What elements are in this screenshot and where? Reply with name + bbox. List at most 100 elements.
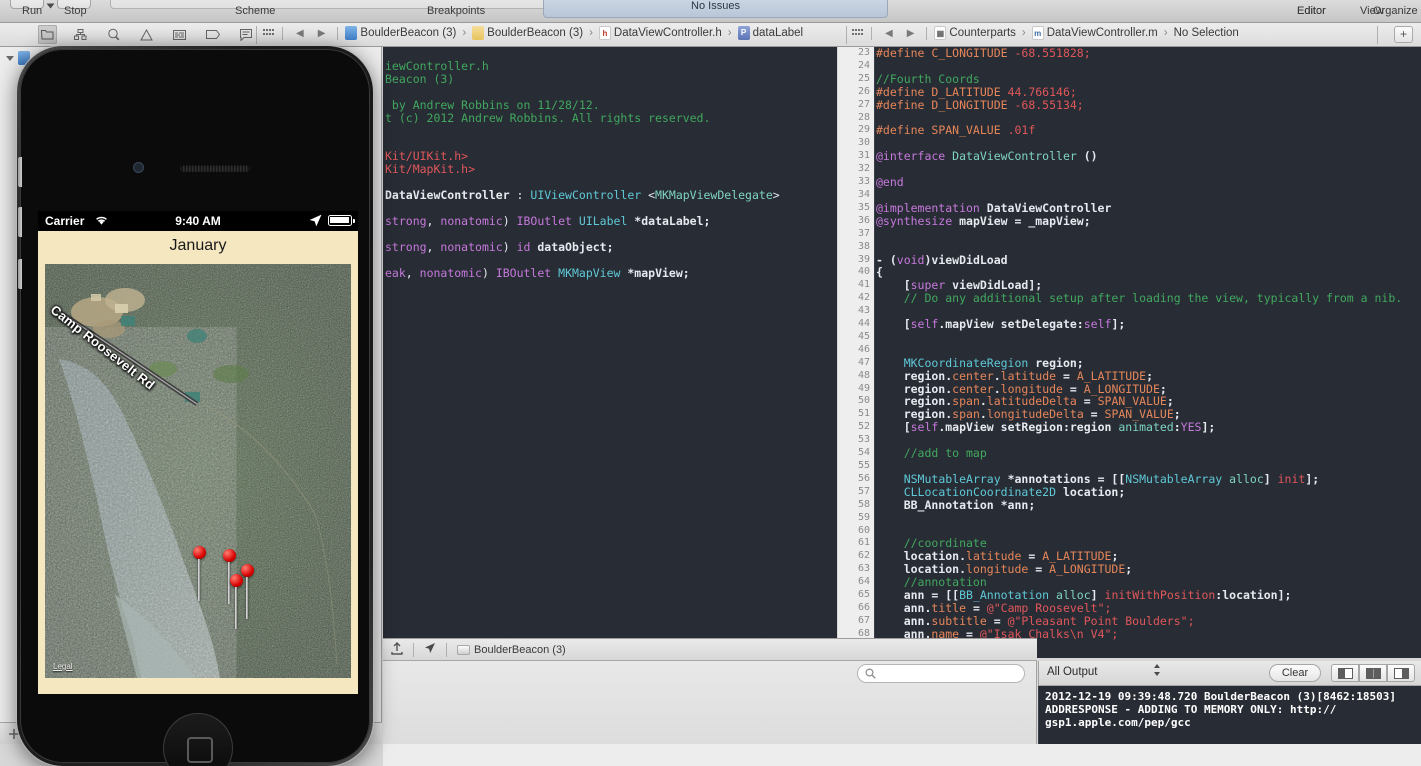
console-scope-stepper[interactable]	[1153, 663, 1161, 680]
code-line: DataViewController : UIViewController <M…	[385, 188, 780, 203]
page-title: January	[169, 237, 227, 254]
map-pin-4[interactable]	[230, 574, 243, 629]
breadcrumb-sep: ›	[462, 27, 467, 39]
editor-left-code[interactable]: iewController.h Beacon (3) by Andrew Robb…	[383, 47, 837, 638]
breadcrumb-item-file[interactable]: h DataViewController.h	[598, 26, 722, 40]
line-number: 39	[857, 253, 870, 265]
primary-editor-pane[interactable]: iewController.h Beacon (3) by Andrew Robb…	[383, 47, 837, 638]
line-number: 23	[857, 47, 870, 58]
line-number: 35	[857, 201, 870, 213]
header-file-icon: h	[598, 26, 611, 40]
simulate-location-icon[interactable]	[424, 642, 436, 657]
code-line: Beacon (3)	[385, 71, 455, 86]
breakpoints-label: Breakpoints	[427, 5, 486, 17]
silent-switch[interactable]	[18, 157, 22, 187]
property-icon: P	[737, 26, 750, 40]
assistant-editor-pane[interactable]: 23 24 25 26 27 28 29 30 31 32 33 34 35 36 37 38 39 40 41 42…	[838, 47, 1421, 658]
pin-needle	[198, 559, 200, 601]
breadcrumb-item-selection[interactable]: No Selection	[1174, 27, 1239, 39]
battery-icon	[328, 215, 355, 226]
debug-navigator-icon[interactable]	[170, 25, 189, 44]
console-scope-label[interactable]: All Output	[1047, 666, 1098, 678]
breadcrumb-sep: ›	[1021, 27, 1026, 39]
breadcrumb-item-counterparts[interactable]: ▦ Counterparts	[934, 26, 1016, 40]
variables-search-field[interactable]	[882, 667, 1016, 679]
project-icon	[345, 26, 358, 40]
line-number: 28	[857, 111, 870, 123]
search-icon	[865, 668, 876, 682]
share-icon[interactable]	[391, 641, 403, 658]
nav-forward-button[interactable]: ▶	[313, 28, 331, 39]
code-line: #define C_LONGITUDE -68.551828;	[876, 47, 1091, 60]
breadcrumb-sep: ›	[1163, 27, 1168, 39]
implementation-file-icon: m	[1031, 26, 1044, 40]
home-button[interactable]	[163, 713, 233, 766]
code-line: strong, nonatomic) IBOutlet UILabel *dat…	[385, 213, 711, 228]
editor-right-code[interactable]: #define C_LONGITUDE -68.551828; //Fourth…	[876, 47, 1421, 658]
simulator-bezel: Carrier 9:40 AM January Camp Roosevelt R…	[18, 49, 370, 766]
related-items-icon[interactable]	[263, 28, 274, 38]
jump-bar-left: ◀ ▶ BoulderBeacon (3) › BoulderBeacon (3…	[263, 26, 803, 40]
breakpoint-navigator-icon[interactable]	[203, 25, 222, 44]
clear-console-button[interactable]: Clear	[1269, 664, 1321, 682]
organizer-label[interactable]: Organize	[1373, 5, 1418, 17]
related-items-icon-right[interactable]	[852, 28, 863, 38]
disclosure-triangle-icon[interactable]	[6, 55, 14, 61]
show-both-panes-button[interactable]	[1359, 664, 1387, 682]
line-number: 44	[857, 318, 870, 330]
breadcrumb-sep: ›	[589, 27, 593, 39]
breadcrumb-item-impl-file[interactable]: m DataViewController.m	[1031, 26, 1158, 40]
log-navigator-icon[interactable]	[236, 25, 255, 44]
jump-bar-right: ◀ ▶ ▦ Counterparts › m DataViewController.…	[852, 26, 1239, 40]
breadcrumb-item-symbol[interactable]: PdataLabel	[737, 26, 803, 40]
map-view[interactable]: Camp Roosevelt Rd Legal	[45, 264, 351, 678]
line-number: 45	[857, 330, 870, 342]
code-line: - (void)viewDidLoad	[876, 252, 1008, 267]
line-number: 58	[857, 498, 870, 510]
nav-forward-button-right[interactable]: ▶	[902, 28, 920, 39]
line-number: 56	[857, 472, 870, 484]
legal-link[interactable]: Legal	[53, 662, 73, 671]
variables-search-input[interactable]	[857, 664, 1025, 683]
symbol-navigator-icon[interactable]	[71, 25, 90, 44]
search-navigator-icon[interactable]	[104, 25, 123, 44]
line-number: 51	[857, 408, 870, 420]
nav-back-button[interactable]: ◀	[291, 28, 309, 39]
project-navigator-icon[interactable]	[38, 25, 57, 44]
editor-mode-label[interactable]: Editor	[1297, 5, 1326, 17]
issue-navigator-icon[interactable]	[137, 25, 156, 44]
front-camera-icon	[133, 162, 144, 173]
volume-up-button[interactable]	[18, 207, 22, 237]
pin-head-icon	[230, 574, 243, 587]
code-line: @synthesize mapView = _mapView;	[876, 213, 1091, 228]
folder-icon	[472, 26, 485, 40]
satellite-imagery	[45, 264, 351, 678]
line-number: 48	[857, 369, 870, 381]
show-variables-only-button[interactable]	[1331, 664, 1359, 682]
add-assistant-editor-button[interactable]: +	[1394, 26, 1413, 43]
pin-needle	[235, 587, 237, 629]
process-icon	[457, 644, 470, 655]
nav-back-button-right[interactable]: ◀	[880, 28, 898, 39]
line-number: 61	[857, 537, 870, 549]
map-pin-1[interactable]	[193, 546, 206, 601]
code-line: t (c) 2012 Andrew Robbins. All rights re…	[385, 110, 711, 125]
breadcrumb-item-project[interactable]: BoulderBeacon (3)	[345, 26, 456, 40]
show-console-only-button[interactable]	[1387, 664, 1415, 682]
line-number: 62	[857, 550, 870, 562]
volume-down-button[interactable]	[18, 259, 22, 289]
line-number: 31	[857, 150, 870, 162]
debug-process-item[interactable]: BoulderBeacon (3)	[457, 644, 566, 656]
line-number: 49	[857, 382, 870, 394]
code-line: //add to map	[876, 446, 987, 461]
scheme-dropdown-arrow[interactable]	[46, 3, 55, 9]
iphone-simulator-window[interactable]: Carrier 9:40 AM January Camp Roosevelt R…	[17, 46, 373, 766]
simulator-screen[interactable]: Carrier 9:40 AM January Camp Roosevelt R…	[38, 211, 358, 694]
breadcrumb-item-folder[interactable]: BoulderBeacon (3)	[472, 26, 583, 40]
code-line: Kit/MapKit.h>	[385, 162, 476, 177]
line-number: 43	[857, 305, 870, 317]
